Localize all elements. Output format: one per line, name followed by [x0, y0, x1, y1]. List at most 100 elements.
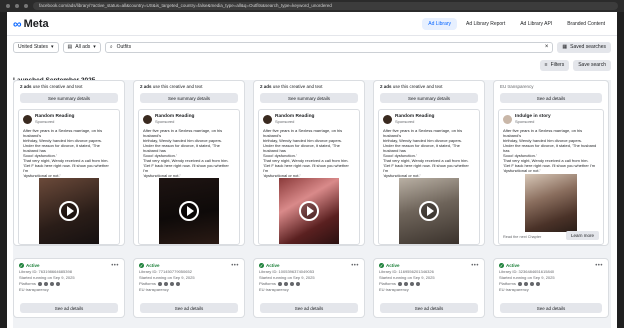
tab-ad-library-report[interactable]: Ad Library Report — [460, 18, 511, 30]
more-dots-icon[interactable]: ••• — [351, 263, 359, 269]
ad-body-text: After five years in a Sexless marriage, … — [139, 128, 239, 178]
more-dots-icon[interactable]: ••• — [231, 263, 239, 269]
ad-video[interactable] — [39, 178, 99, 244]
tab-ad-library[interactable]: Ad Library — [422, 17, 458, 30]
see-ad-details-button[interactable]: See ad details — [380, 303, 478, 313]
eu-transparency-link[interactable]: EU transparency — [254, 287, 364, 293]
see-ad-details-button[interactable]: See ad details — [20, 303, 118, 313]
ad-text-line: 'Get F back here right now. I'll show yo… — [23, 163, 109, 173]
filters-button[interactable]: ≡ Filters — [539, 59, 570, 71]
status-text: Active — [506, 263, 520, 268]
summary-line: 2 ads use this creative and text — [140, 84, 203, 89]
status-text: Active — [26, 263, 40, 268]
ad-status-card: ✓ Active ••• Library ID: 3236484651615840… — [493, 258, 609, 318]
summary-text: use this creative and text — [392, 84, 443, 89]
save-search-button[interactable]: Save search — [573, 59, 611, 71]
summary-count: 2 ads — [20, 84, 32, 89]
more-dots-icon[interactable]: ••• — [111, 263, 119, 269]
eu-transparency-link[interactable]: EU transparency — [134, 287, 244, 293]
ad-header: Random Reading Sponsored — [19, 110, 119, 128]
category-value: All ads — [75, 44, 91, 50]
search-query: Outfits — [116, 44, 132, 50]
ad-caption: Read the next Chapter — [503, 235, 542, 239]
window-control-icon[interactable] — [6, 4, 10, 8]
filter-row: ≡ Filters Save search — [7, 58, 617, 72]
ad-text-line: 'Get F back here right now. I'll show yo… — [263, 163, 349, 173]
tab-branded-content[interactable]: Branded Content — [561, 18, 611, 30]
learn-more-button[interactable]: Learn more — [565, 231, 599, 240]
ad-video[interactable] — [159, 178, 219, 244]
ad-text-line: Under the reason for divorce, it stated,… — [383, 143, 460, 153]
url-bar[interactable]: facebook.com/ads/library/?active_status=… — [33, 2, 618, 10]
summary-count: 2 ads — [260, 84, 272, 89]
instagram-icon — [283, 282, 288, 286]
check-icon: ✓ — [19, 263, 24, 268]
status-badge: ✓ Active — [374, 259, 484, 269]
audience-network-icon — [175, 282, 180, 286]
window-control-icon[interactable] — [15, 4, 19, 8]
see-summary-details-button[interactable]: See summary details — [380, 93, 478, 103]
ad-status-card: ✓ Active ••• Library ID: 1005396374049053… — [253, 258, 365, 318]
see-summary-details-button[interactable]: See summary details — [260, 93, 358, 103]
facebook-icon — [517, 282, 522, 286]
results-grid: 2 ads use this creative and text See sum… — [13, 80, 611, 328]
audience-network-icon — [415, 282, 420, 286]
audience-network-icon — [55, 282, 60, 286]
ad-preview: Random Reading Sponsored After five year… — [258, 109, 360, 245]
meta-logo-icon: ∞ — [13, 16, 22, 31]
ad-body-text: After five years in a Sexless marriage, … — [379, 128, 479, 178]
chevron-down-icon: ▾ — [51, 44, 54, 50]
facebook-icon — [277, 282, 282, 286]
summary-count: 2 ads — [140, 84, 152, 89]
avatar — [143, 114, 152, 124]
eu-transparency-link[interactable]: EU transparency — [494, 287, 608, 293]
ad-preview: Random Reading Sponsored After five year… — [138, 109, 240, 245]
play-icon[interactable] — [419, 201, 439, 221]
play-icon[interactable] — [59, 201, 79, 221]
ad-text-line: Under the reason for divorce, it stated,… — [503, 143, 597, 153]
see-summary-details-button[interactable]: See summary details — [140, 93, 238, 103]
clear-icon[interactable]: × — [545, 44, 549, 50]
see-ad-details-button[interactable]: See ad details — [260, 303, 358, 313]
tab-ad-library-api[interactable]: Ad Library API — [514, 18, 558, 30]
ad-status-card: ✓ Active ••• Library ID: 771450779050652 … — [133, 258, 245, 318]
ad-video[interactable] — [279, 178, 339, 244]
window-control-icon[interactable] — [24, 4, 28, 8]
meta-logo[interactable]: ∞ Meta — [13, 17, 49, 31]
search-input[interactable]: ⌕ Outfits × — [104, 41, 554, 53]
instagram-icon — [403, 282, 408, 286]
category-select[interactable]: ▤ All ads ▾ — [62, 41, 101, 53]
ad-text-line: After five years in a Sexless marriage, … — [263, 128, 343, 138]
sponsored-label: Sponsored — [515, 119, 535, 124]
see-summary-details-button[interactable]: See summary details — [20, 93, 118, 103]
eu-transparency-label[interactable]: EU transparency — [500, 84, 534, 89]
see-ad-details-button[interactable]: See ad details — [500, 93, 602, 103]
play-icon[interactable] — [299, 201, 319, 221]
ad-text-line: 'Get F back here right now. I'll show yo… — [143, 163, 229, 173]
avatar — [23, 114, 32, 124]
filters-label: Filters — [550, 62, 565, 68]
avatar — [383, 114, 392, 124]
facebook-icon — [397, 282, 402, 286]
audience-network-icon — [535, 282, 540, 286]
eu-transparency-link[interactable]: EU transparency — [374, 287, 484, 293]
play-icon[interactable] — [179, 201, 199, 221]
ad-image[interactable] — [525, 174, 577, 232]
more-dots-icon[interactable]: ••• — [471, 263, 479, 269]
country-value: United States — [18, 44, 49, 50]
logo-text: Meta — [23, 17, 49, 30]
see-ad-details-button[interactable]: See ad details — [500, 303, 602, 313]
ad-result-card: 2 ads use this creative and text See sum… — [373, 80, 485, 246]
saved-searches-button[interactable]: ▦ Saved searches — [557, 41, 611, 53]
ad-result-card: EU transparency See ad details Indulge i… — [493, 80, 609, 246]
instagram-icon — [163, 282, 168, 286]
country-select[interactable]: United States ▾ — [13, 41, 59, 53]
saved-searches-label: Saved searches — [570, 44, 606, 50]
see-ad-details-button[interactable]: See ad details — [140, 303, 238, 313]
eu-transparency-link[interactable]: EU transparency — [14, 287, 124, 293]
check-icon: ✓ — [139, 263, 144, 268]
more-dots-icon[interactable]: ••• — [595, 263, 603, 269]
ad-video[interactable] — [399, 178, 459, 244]
ad-body-text: After five years in a Sexless marriage, … — [259, 128, 359, 178]
summary-line: 2 ads use this creative and text — [260, 84, 323, 89]
